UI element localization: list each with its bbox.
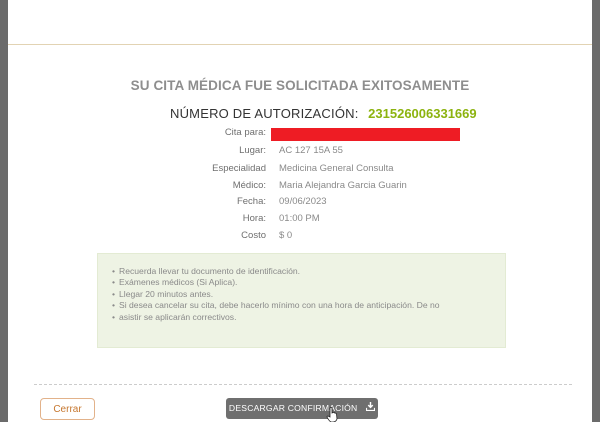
authorization-value: 231526006331669 [368,106,477,121]
detail-value: $ 0 [279,230,293,241]
appointment-confirmation-modal: SU CITA MÉDICA FUE SOLICITADA EXITOSAMEN… [8,0,592,422]
download-button-label: DESCARGAR CONFIRMACIÓN [228,403,358,413]
list-item: Recuerda llevar tu documento de identifi… [112,266,505,278]
hand-cursor-icon [326,407,338,422]
list-item: Exámenes médicos (Si Aplica). [112,277,505,289]
detail-label: Cita para: [224,127,266,138]
detail-value: Maria Alejandra Garcia Guarin [279,180,407,191]
detail-row-costo: Costo $ 0 [8,230,592,246]
recommendations-list: Recuerda llevar tu documento de identifi… [98,254,505,323]
authorization-label: NÚMERO DE AUTORIZACIÓN: [170,106,359,121]
detail-label: Costo [241,230,266,241]
download-confirmation-button[interactable]: DESCARGAR CONFIRMACIÓN [226,398,378,419]
close-button[interactable]: Cerrar [40,398,95,420]
download-icon [365,398,376,419]
detail-row-especialidad: Especialidad Medicina General Consulta [8,163,592,179]
list-item: Llegar 20 minutos antes. [112,289,505,301]
detail-value: 01:00 PM [279,213,320,224]
page-title: SU CITA MÉDICA FUE SOLICITADA EXITOSAMEN… [130,78,470,93]
list-item: asistir se aplicarán correctivos. [112,312,505,324]
detail-label: Hora: [242,213,266,224]
detail-label: Médico: [232,180,266,191]
detail-row-medico: Médico: Maria Alejandra Garcia Guarin [8,180,592,196]
list-item: Si desea cancelar su cita, debe hacerlo … [112,300,505,312]
detail-label: Especialidad [212,163,266,174]
recommendations-box: Recuerda llevar tu documento de identifi… [97,253,506,348]
detail-label: Lugar: [239,145,266,156]
detail-value: 09/06/2023 [279,196,327,207]
detail-row-hora: Hora: 01:00 PM [8,213,592,229]
detail-value: AC 127 15A 55 [279,145,343,156]
detail-row-lugar: Lugar: AC 127 15A 55 [8,145,592,161]
redacted-patient-name [271,128,460,141]
detail-label: Fecha: [236,196,266,207]
footer-divider [34,384,572,385]
detail-row-fecha: Fecha: 09/06/2023 [8,196,592,212]
detail-row-cita-para: Cita para: [8,127,592,143]
authorization-number: NÚMERO DE AUTORIZACIÓN: 231526006331669 [170,106,477,121]
modal-header [8,0,592,45]
detail-value: Medicina General Consulta [279,163,394,174]
